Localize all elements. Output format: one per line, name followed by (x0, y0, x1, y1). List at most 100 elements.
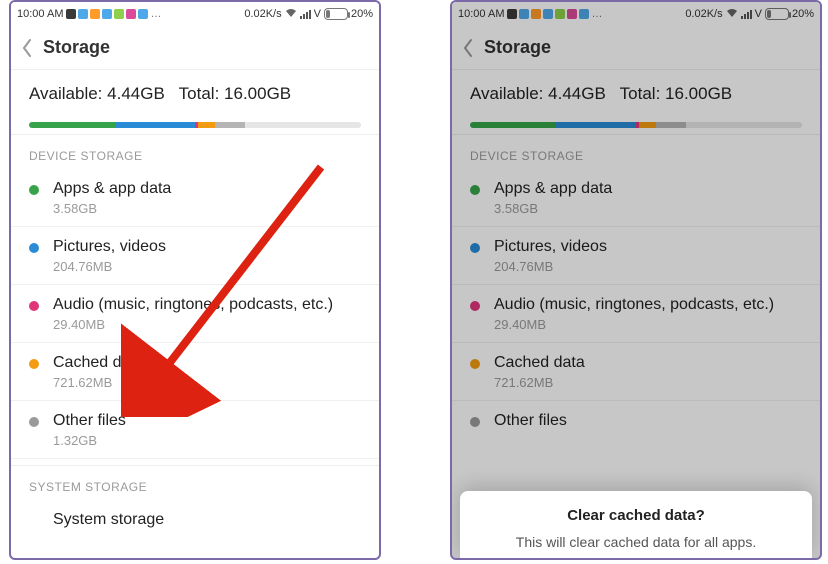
system-storage-list: System storage (11, 500, 379, 532)
list-item-pictures[interactable]: Pictures, videos 204.76MB (11, 227, 379, 285)
item-label: Pictures, videos (494, 237, 802, 257)
bar-seg-apps (29, 122, 115, 128)
clear-cache-dialog: Clear cached data? This will clear cache… (460, 491, 812, 558)
list-item-apps[interactable]: Apps & app data 3.58GB (11, 169, 379, 227)
color-dot (29, 185, 39, 195)
item-label: Apps & app data (494, 179, 802, 199)
dialog-title: Clear cached data? (476, 507, 796, 524)
list-item-pictures[interactable]: Pictures, videos 204.76MB (452, 227, 820, 285)
status-app-icon (531, 9, 541, 19)
bar-seg-cached (639, 122, 656, 128)
item-label: System storage (53, 510, 361, 530)
status-carrier: V (755, 8, 762, 20)
item-size: 3.58GB (53, 201, 361, 216)
bar-seg-other (656, 122, 686, 128)
color-dot (470, 359, 480, 369)
status-app-icon (555, 9, 565, 19)
list-item-other[interactable]: Other files (452, 401, 820, 441)
status-bar: 10:00 AM … 0.02K/s V (11, 2, 379, 26)
total-label: Total: (620, 84, 661, 103)
bar-seg-apps (470, 122, 556, 128)
phone-storage-screen: 10:00 AM … 0.02K/s V (9, 0, 381, 560)
color-dot (470, 243, 480, 253)
status-more-icon: … (150, 8, 161, 20)
phone-storage-dialog: 10:00 AM … 0.02K/s V (450, 0, 822, 560)
item-label: Apps & app data (53, 179, 361, 199)
list-item-system[interactable]: System storage (11, 500, 379, 532)
content-scroll[interactable]: Available: 4.44GB Total: 16.00GB DEVICE … (452, 70, 820, 558)
list-item-audio[interactable]: Audio (music, ringtones, podcasts, etc.)… (11, 285, 379, 343)
color-dot (470, 301, 480, 311)
color-dot (470, 417, 480, 427)
status-time: 10:00 AM (17, 8, 63, 20)
item-label: Cached data (494, 353, 802, 373)
list-item-other[interactable]: Other files 1.32GB (11, 401, 379, 459)
section-device-storage: DEVICE STORAGE (452, 134, 820, 169)
total-value: 16.00GB (224, 84, 291, 103)
status-icons: … (507, 8, 602, 20)
status-carrier: V (314, 8, 321, 20)
color-dot (29, 243, 39, 253)
item-size: 721.62MB (53, 375, 361, 390)
available-value: 4.44GB (548, 84, 606, 103)
color-dot (29, 301, 39, 311)
wifi-icon (285, 7, 297, 21)
list-item-apps[interactable]: Apps & app data 3.58GB (452, 169, 820, 227)
status-app-icon (138, 9, 148, 19)
bar-seg-pictures (556, 122, 636, 128)
dialog-message: This will clear cached data for all apps… (476, 534, 796, 550)
back-button[interactable] (462, 38, 474, 58)
item-size: 204.76MB (494, 259, 802, 274)
bar-seg-pictures (115, 122, 195, 128)
available-label: Available: (29, 84, 102, 103)
status-app-icon (126, 9, 136, 19)
wifi-icon (726, 7, 738, 21)
list-item-cached[interactable]: Cached data 721.62MB (11, 343, 379, 401)
status-bar: 10:00 AM … 0.02K/s V (452, 2, 820, 26)
status-app-icon (102, 9, 112, 19)
item-size: 1.32GB (53, 433, 361, 448)
status-net-speed: 0.02K/s (685, 8, 722, 20)
available-label: Available: (470, 84, 543, 103)
status-app-icon (507, 9, 517, 19)
status-more-icon: … (591, 8, 602, 20)
status-time: 10:00 AM (458, 8, 504, 20)
section-device-storage: DEVICE STORAGE (11, 134, 379, 169)
content-scroll[interactable]: Available: 4.44GB Total: 16.00GB DEVICE … (11, 70, 379, 558)
storage-bar (470, 122, 802, 128)
item-label: Pictures, videos (53, 237, 361, 257)
battery-icon (765, 8, 789, 20)
list-item-cached[interactable]: Cached data 721.62MB (452, 343, 820, 401)
status-app-icon (579, 9, 589, 19)
status-app-icon (567, 9, 577, 19)
bar-seg-cached (198, 122, 215, 128)
total-label: Total: (179, 84, 220, 103)
header: Storage (11, 26, 379, 70)
item-label: Other files (494, 411, 802, 431)
status-app-icon (66, 9, 76, 19)
back-button[interactable] (21, 38, 33, 58)
item-size: 29.40MB (494, 317, 802, 332)
battery-icon (324, 8, 348, 20)
available-value: 4.44GB (107, 84, 165, 103)
storage-summary: Available: 4.44GB Total: 16.00GB (11, 70, 379, 112)
status-app-icon (78, 9, 88, 19)
total-value: 16.00GB (665, 84, 732, 103)
status-app-icon (114, 9, 124, 19)
item-size: 29.40MB (53, 317, 361, 332)
signal-icon (741, 9, 752, 19)
item-size: 204.76MB (53, 259, 361, 274)
status-icons: … (66, 8, 161, 20)
list-item-audio[interactable]: Audio (music, ringtones, podcasts, etc.)… (452, 285, 820, 343)
page-title: Storage (484, 37, 551, 58)
status-net-speed: 0.02K/s (244, 8, 281, 20)
device-storage-list: Apps & app data 3.58GB Pictures, videos … (452, 169, 820, 441)
bar-seg-other (215, 122, 245, 128)
status-app-icon (543, 9, 553, 19)
item-label: Audio (music, ringtones, podcasts, etc.) (494, 295, 802, 315)
item-label: Audio (music, ringtones, podcasts, etc.) (53, 295, 361, 315)
section-system-storage: SYSTEM STORAGE (11, 465, 379, 500)
device-storage-list: Apps & app data 3.58GB Pictures, videos … (11, 169, 379, 459)
color-dot (470, 185, 480, 195)
item-size: 721.62MB (494, 375, 802, 390)
